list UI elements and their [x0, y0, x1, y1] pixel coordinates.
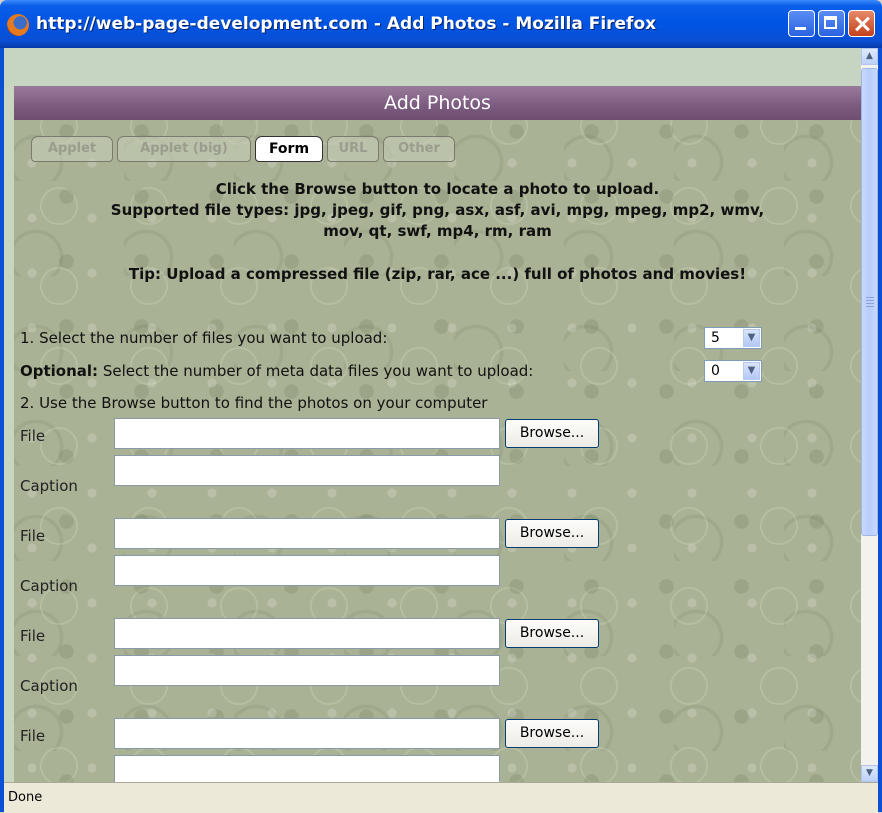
- window-title-bar: http://web-page-development.com - Add Ph…: [0, 0, 882, 48]
- status-bar: Done: [4, 782, 878, 813]
- caption-label: Caption: [20, 477, 78, 495]
- firefox-icon: [7, 14, 29, 36]
- tab-url[interactable]: URL: [327, 136, 379, 162]
- caption-label: Caption: [20, 577, 78, 595]
- file-input-2[interactable]: [114, 518, 500, 549]
- scroll-down-arrow-icon[interactable]: ▼: [861, 765, 878, 782]
- optional-text: Select the number of meta data files you…: [98, 362, 534, 380]
- tip-text: Tip: Upload a compressed file (zip, rar,…: [128, 265, 747, 283]
- file-label: File: [20, 427, 46, 445]
- step1-label: 1. Select the number of files you want t…: [20, 329, 388, 347]
- browse-button-3[interactable]: Browse...: [505, 619, 599, 648]
- thumb-grip: [866, 306, 874, 307]
- page-area: Add Photos Applet Applet (big) Form URL …: [14, 86, 861, 782]
- close-button[interactable]: [848, 10, 875, 37]
- browse-button-4[interactable]: Browse...: [505, 719, 599, 748]
- chevron-down-icon: ▼: [743, 329, 760, 347]
- file-count-value: 5: [711, 330, 720, 346]
- tab-applet[interactable]: Applet: [31, 136, 113, 162]
- caption-input-4[interactable]: [114, 755, 500, 782]
- caption-input-3[interactable]: [114, 655, 500, 686]
- tab-form[interactable]: Form: [255, 136, 323, 162]
- scroll-up-arrow-icon[interactable]: ▲: [861, 48, 878, 65]
- file-label: File: [20, 627, 46, 645]
- thumb-grip: [866, 303, 874, 304]
- intro-line-2: Supported file types: jpg, jpeg, gif, pn…: [110, 201, 765, 219]
- optional-label: Optional: Select the number of meta data…: [20, 362, 533, 380]
- file-label: File: [20, 527, 46, 545]
- browse-button-2[interactable]: Browse...: [505, 519, 599, 548]
- caption-input-2[interactable]: [114, 555, 500, 586]
- caption-label: Caption: [20, 677, 78, 695]
- scrollbar-thumb[interactable]: [861, 68, 878, 536]
- window-title: http://web-page-development.com - Add Ph…: [36, 14, 657, 34]
- minimize-button[interactable]: [788, 10, 815, 37]
- thumb-grip: [866, 297, 874, 298]
- optional-bold: Optional:: [20, 362, 99, 380]
- thumb-grip: [866, 300, 874, 301]
- file-input-3[interactable]: [114, 618, 500, 649]
- intro-line-1: Click the Browse button to locate a phot…: [215, 180, 660, 198]
- maximize-button[interactable]: [818, 10, 845, 37]
- file-input-1[interactable]: [114, 418, 500, 449]
- tab-other[interactable]: Other: [383, 136, 455, 162]
- meta-count-value: 0: [711, 363, 720, 379]
- caption-input-1[interactable]: [114, 455, 500, 486]
- browse-button-1[interactable]: Browse...: [505, 419, 599, 448]
- file-label: File: [20, 727, 46, 745]
- chevron-down-icon: ▼: [743, 362, 760, 380]
- vertical-scrollbar[interactable]: ▲ ▼: [861, 48, 878, 782]
- status-text: Done: [8, 790, 43, 805]
- step2-label: 2. Use the Browse button to find the pho…: [20, 394, 488, 412]
- file-count-select[interactable]: 5 ▼: [704, 327, 762, 349]
- meta-count-select[interactable]: 0 ▼: [704, 360, 762, 382]
- content-viewport: Add Photos Applet Applet (big) Form URL …: [4, 48, 861, 782]
- tab-applet-big[interactable]: Applet (big): [117, 136, 251, 162]
- top-strip: [4, 48, 861, 86]
- window-frame-right: [878, 48, 882, 812]
- file-input-4[interactable]: [114, 718, 500, 749]
- page-title: Add Photos: [14, 86, 861, 120]
- intro-line-3: mov, qt, swf, mp4, rm, ram: [323, 222, 552, 240]
